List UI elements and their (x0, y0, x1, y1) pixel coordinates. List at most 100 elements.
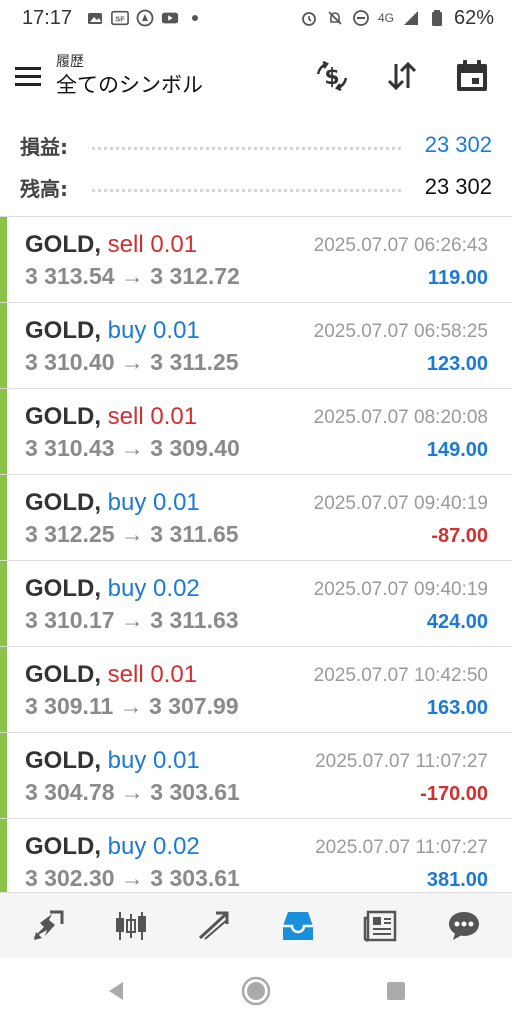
trade-row[interactable]: GOLD, sell 0.01 3 313.54 → 3 312.72 2025.0… (0, 217, 512, 303)
trade-time: 2025.07.07 11:07:27 (315, 751, 488, 772)
sort-button[interactable] (378, 52, 426, 100)
status-time: 17:17 (22, 6, 73, 29)
trade-symbol: GOLD, (25, 661, 101, 688)
trade-header: GOLD, buy 0.02 (25, 575, 200, 603)
notification-icon (136, 9, 154, 27)
trade-symbol: GOLD, (25, 489, 101, 516)
trade-indicator (0, 819, 7, 892)
trade-time: 2025.07.07 10:42:50 (313, 665, 488, 686)
trade-prices: 3 313.54 → 3 312.72 (25, 263, 240, 289)
deposit-button[interactable]: $ (308, 52, 356, 100)
trade-row[interactable]: GOLD, buy 0.02 3 310.17 → 3 311.63 2025.07… (0, 561, 512, 647)
trade-row[interactable]: GOLD, buy 0.02 3 302.30 → 3 303.61 2025.07… (0, 819, 512, 892)
home-button[interactable] (236, 971, 276, 1011)
trade-profit: -170.00 (420, 783, 488, 805)
trade-side: sell (107, 661, 144, 688)
balance-label: 残高: (20, 176, 68, 201)
back-button[interactable] (96, 971, 136, 1011)
app-actions: $ (308, 52, 496, 100)
trade-row[interactable]: GOLD, sell 0.01 3 309.11 → 3 307.99 2025.0… (0, 647, 512, 733)
trade-profit: 424.00 (426, 611, 488, 633)
trade-indicator (0, 389, 7, 474)
trade-indicator (0, 303, 7, 388)
trade-volume: 0.01 (150, 661, 198, 688)
deposit-icon: $ (316, 60, 348, 92)
trade-prices: 3 310.43 → 3 309.40 (25, 435, 240, 461)
trade-profit: 119.00 (427, 267, 488, 289)
profit-row: 損益: 23 302 (0, 124, 512, 166)
calendar-button[interactable] (448, 52, 496, 100)
status-right: 4G 62% (300, 7, 494, 30)
trade-side: buy (107, 489, 147, 516)
trade-indicator (0, 647, 7, 732)
status-left-icons: SF (86, 9, 204, 27)
nav-history[interactable] (270, 898, 326, 954)
trade-indicator (0, 475, 7, 560)
trade-volume: 0.01 (150, 403, 198, 430)
page-title[interactable]: 全てのシンボル (56, 71, 203, 99)
trade-prices: 3 310.40 → 3 311.25 (25, 349, 239, 375)
bottom-nav (0, 892, 512, 958)
trade-volume: 0.01 (153, 317, 200, 344)
app-bar: 履歴 全てのシンボル $ (0, 36, 512, 116)
recents-button[interactable] (376, 971, 416, 1011)
trade-profit: 381.00 (426, 869, 488, 891)
trade-indicator (0, 217, 7, 302)
trade-side: buy (107, 833, 147, 860)
trade-prices: 3 304.78 → 3 303.61 (25, 779, 240, 805)
trade-symbol: GOLD, (25, 231, 101, 258)
trade-indicator (0, 733, 7, 818)
history-icon (282, 911, 313, 940)
trade-time: 2025.07.07 09:40:19 (313, 579, 488, 600)
trade-volume: 0.02 (153, 575, 200, 602)
trade-time: 2025.07.07 06:26:43 (313, 235, 488, 256)
system-nav (0, 958, 512, 1024)
trade-prices: 3 312.25 → 3 311.65 (25, 521, 239, 547)
nav-chat[interactable] (436, 898, 492, 954)
trade-side: sell (107, 231, 144, 258)
network-type: 4G (377, 11, 394, 25)
nav-news[interactable] (353, 898, 409, 954)
photo-icon (86, 9, 104, 27)
profit-value: 23 302 (424, 132, 492, 157)
profit-label: 損益: (20, 134, 68, 159)
summary: 損益: 23 302 残高: 23 302 (0, 124, 512, 208)
trade-header: GOLD, buy 0.01 (25, 317, 200, 345)
trade-time: 2025.07.07 06:58:25 (313, 321, 488, 342)
nav-quotes[interactable] (20, 898, 76, 954)
trade-volume: 0.02 (153, 833, 200, 860)
trade-row[interactable]: GOLD, buy 0.01 3 310.40 → 3 311.25 2025.07… (0, 303, 512, 389)
nav-chart[interactable] (103, 898, 159, 954)
sf-icon: SF (111, 9, 129, 27)
trade-symbol: GOLD, (25, 747, 101, 774)
trade-indicator (0, 561, 7, 646)
sort-icon (387, 61, 417, 91)
trade-header: GOLD, sell 0.01 (25, 231, 197, 259)
dnd-icon (352, 9, 370, 27)
battery-percent: 62% (453, 6, 494, 29)
trade-volume: 0.01 (150, 231, 198, 258)
title-block: 履歴 全てのシンボル (56, 53, 203, 99)
trade-profit: 163.00 (426, 697, 488, 719)
signal-icon (402, 9, 420, 27)
trade-row[interactable]: GOLD, buy 0.01 3 312.25 → 3 311.65 2025.07… (0, 475, 512, 561)
hamburger-icon (15, 67, 41, 86)
back-icon (109, 982, 123, 1000)
trade-header: GOLD, buy 0.01 (25, 747, 200, 775)
recents-icon (387, 982, 405, 1000)
trade-time: 2025.07.07 08:20:08 (313, 407, 488, 428)
trade-header: GOLD, buy 0.01 (25, 489, 200, 517)
trade-profit: -87.00 (431, 525, 488, 547)
trade-row[interactable]: GOLD, sell 0.01 3 310.43 → 3 309.40 2025.0… (0, 389, 512, 475)
dotted-leader (92, 182, 401, 192)
trade-list[interactable]: GOLD, sell 0.01 3 313.54 → 3 312.72 2025.0… (0, 216, 512, 892)
trade-time: 2025.07.07 09:40:19 (313, 493, 488, 514)
quotes-icon (32, 910, 64, 940)
trade-symbol: GOLD, (25, 833, 101, 860)
nav-trade[interactable] (186, 898, 242, 954)
trade-prices: 3 310.17 → 3 311.63 (25, 607, 239, 633)
menu-button[interactable] (0, 48, 56, 104)
trade-row[interactable]: GOLD, buy 0.01 3 304.78 → 3 303.61 2025.07… (0, 733, 512, 819)
balance-row: 残高: 23 302 (0, 166, 512, 208)
chart-icon (115, 911, 146, 940)
